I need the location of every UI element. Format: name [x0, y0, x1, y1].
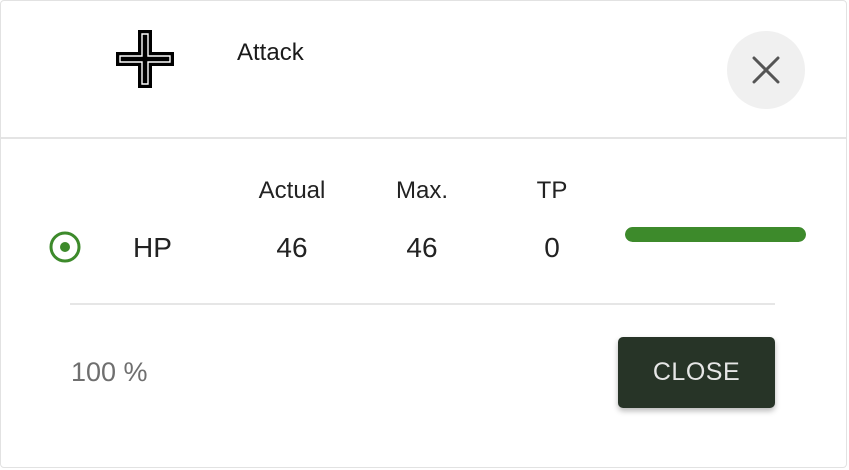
hp-actual-value: 46	[276, 232, 308, 263]
hp-progress-fill	[625, 227, 806, 242]
row-label-hp: HP	[133, 232, 172, 263]
column-header-tp: TP	[536, 177, 568, 204]
iron-cross-icon	[116, 30, 174, 88]
column-header-actual: Actual	[258, 177, 326, 204]
hp-max-value: 46	[406, 232, 438, 263]
close-icon-button[interactable]	[727, 31, 805, 109]
hp-radio-selected[interactable]	[48, 230, 82, 264]
percent-label: 100 %	[71, 357, 148, 387]
dialog-header: Attack	[1, 1, 846, 139]
column-header-max: Max.	[395, 177, 448, 204]
divider	[70, 303, 775, 305]
dialog-title: Attack	[237, 39, 304, 66]
close-icon	[752, 56, 780, 84]
attack-dialog: Attack Actual Max. TP HP 46 46 0 100 % C…	[0, 0, 847, 468]
hp-tp-value: 0	[544, 232, 560, 263]
hp-progress-bar	[625, 227, 806, 242]
close-button[interactable]: CLOSE	[618, 337, 775, 408]
